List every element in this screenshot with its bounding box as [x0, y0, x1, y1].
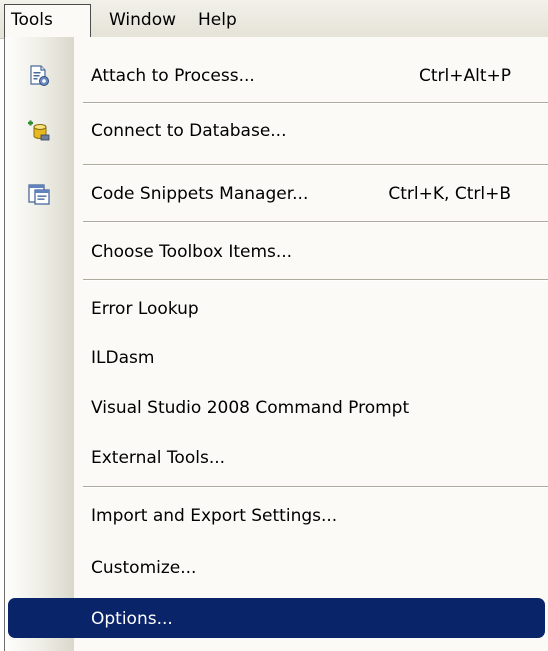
menu-item-highlight	[8, 598, 545, 638]
connect-database-icon	[27, 119, 51, 143]
menu-item-label: Error Lookup	[91, 299, 199, 319]
menu-separator	[83, 486, 548, 488]
menu-item-label: Code Snippets Manager...	[91, 184, 309, 204]
menu-item-vs-command-prompt[interactable]: Visual Studio 2008 Command Prompt	[5, 384, 548, 432]
menu-item-connect-to-database[interactable]: Connect to Database...	[5, 107, 548, 155]
menu-separator	[83, 164, 548, 166]
menu-item-choose-toolbox-items[interactable]: Choose Toolbox Items...	[5, 228, 548, 276]
menu-item-label: Attach to Process...	[91, 66, 255, 86]
menu-item-label: External Tools...	[91, 448, 226, 468]
menu-item-ildasm[interactable]: ILDasm	[5, 334, 548, 382]
tools-dropdown-menu: Attach to Process... Ctrl+Alt+P Connect …	[4, 37, 548, 651]
menu-item-options[interactable]: Options...	[5, 595, 548, 643]
menu-window[interactable]: Window	[103, 8, 182, 32]
menu-item-customize[interactable]: Customize...	[5, 544, 548, 592]
menu-item-external-tools[interactable]: External Tools...	[5, 434, 548, 482]
menu-item-shortcut: Ctrl+K, Ctrl+B	[388, 184, 511, 204]
menu-separator	[83, 221, 548, 223]
menu-item-error-lookup[interactable]: Error Lookup	[5, 285, 548, 333]
menu-item-label: Import and Export Settings...	[91, 506, 338, 526]
code-snippets-icon	[27, 182, 51, 206]
menu-separator	[83, 102, 548, 104]
menu-item-label: Choose Toolbox Items...	[91, 242, 293, 262]
attach-process-icon	[27, 64, 51, 88]
menu-item-attach-to-process[interactable]: Attach to Process... Ctrl+Alt+P	[5, 52, 548, 100]
menu-item-label: Connect to Database...	[91, 121, 287, 141]
menu-item-shortcut: Ctrl+Alt+P	[418, 66, 511, 86]
menu-help[interactable]: Help	[192, 8, 243, 32]
menu-item-code-snippets-manager[interactable]: Code Snippets Manager... Ctrl+K, Ctrl+B	[5, 170, 548, 218]
menu-item-label: Customize...	[91, 558, 197, 578]
menu-item-label: ILDasm	[91, 348, 155, 368]
menu-item-label: Visual Studio 2008 Command Prompt	[91, 398, 410, 418]
menu-item-label: Options...	[91, 609, 173, 629]
menu-bar: Tools Window Help	[0, 0, 548, 39]
menu-item-import-export-settings[interactable]: Import and Export Settings...	[5, 492, 548, 540]
menu-tools[interactable]: Tools	[4, 4, 91, 38]
menu-separator	[83, 279, 548, 281]
